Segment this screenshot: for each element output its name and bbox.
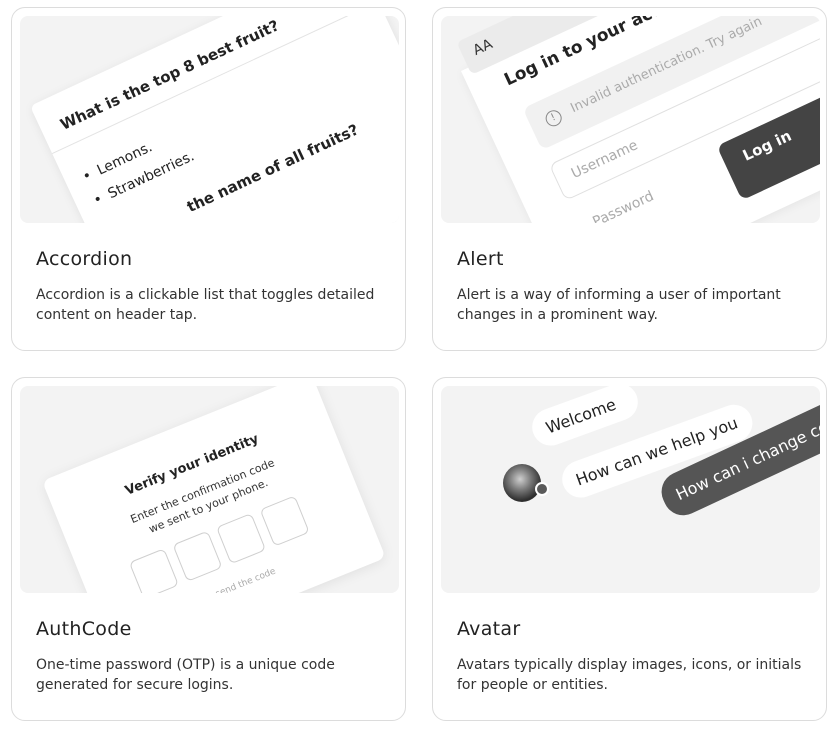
otp-digit-box: [128, 548, 180, 593]
otp-digit-box: [172, 530, 223, 582]
avatar: [503, 464, 541, 502]
accordion-question-1: What is the top 8 best fruit?: [57, 16, 282, 134]
component-card-alert[interactable]: AA Log in to your account ! Invalid auth…: [432, 7, 827, 351]
component-card-accordion[interactable]: What is the top 8 best fruit? ⌄ Lemons. …: [11, 7, 406, 351]
avatar-preview: Welcome How can we help you How can i ch…: [441, 386, 820, 593]
login-form-panel: AA Log in to your account ! Invalid auth…: [456, 16, 820, 223]
otp-digit-box: [259, 495, 310, 547]
info-icon: !: [543, 107, 565, 129]
accordion-question-2: the name of all fruits?: [184, 120, 362, 216]
card-description: Alert is a way of informing a user of im…: [457, 287, 781, 323]
otp-digit-box: [215, 512, 267, 565]
status-indicator: [535, 482, 549, 496]
otp-panel: Verify your identity Enter the confirmat…: [42, 386, 386, 593]
accordion-preview: What is the top 8 best fruit? ⌄ Lemons. …: [20, 16, 399, 223]
card-description: Avatars typically display images, icons,…: [457, 657, 802, 693]
card-title: Avatar: [457, 618, 521, 640]
authcode-preview: Verify your identity Enter the confirmat…: [20, 386, 399, 593]
card-description: One-time password (OTP) is a unique code…: [36, 657, 335, 693]
component-card-authcode[interactable]: Verify your identity Enter the confirmat…: [11, 377, 406, 721]
chat-bubble: Welcome: [527, 386, 644, 451]
alert-preview: AA Log in to your account ! Invalid auth…: [441, 16, 820, 223]
card-description: Accordion is a clickable list that toggl…: [36, 287, 375, 323]
card-title: AuthCode: [36, 618, 132, 640]
card-title: Accordion: [36, 248, 133, 270]
card-title: Alert: [457, 248, 504, 270]
component-card-avatar[interactable]: Welcome How can we help you How can i ch…: [432, 377, 827, 721]
accordion-panel: What is the top 8 best fruit? ⌄ Lemons. …: [30, 16, 399, 223]
